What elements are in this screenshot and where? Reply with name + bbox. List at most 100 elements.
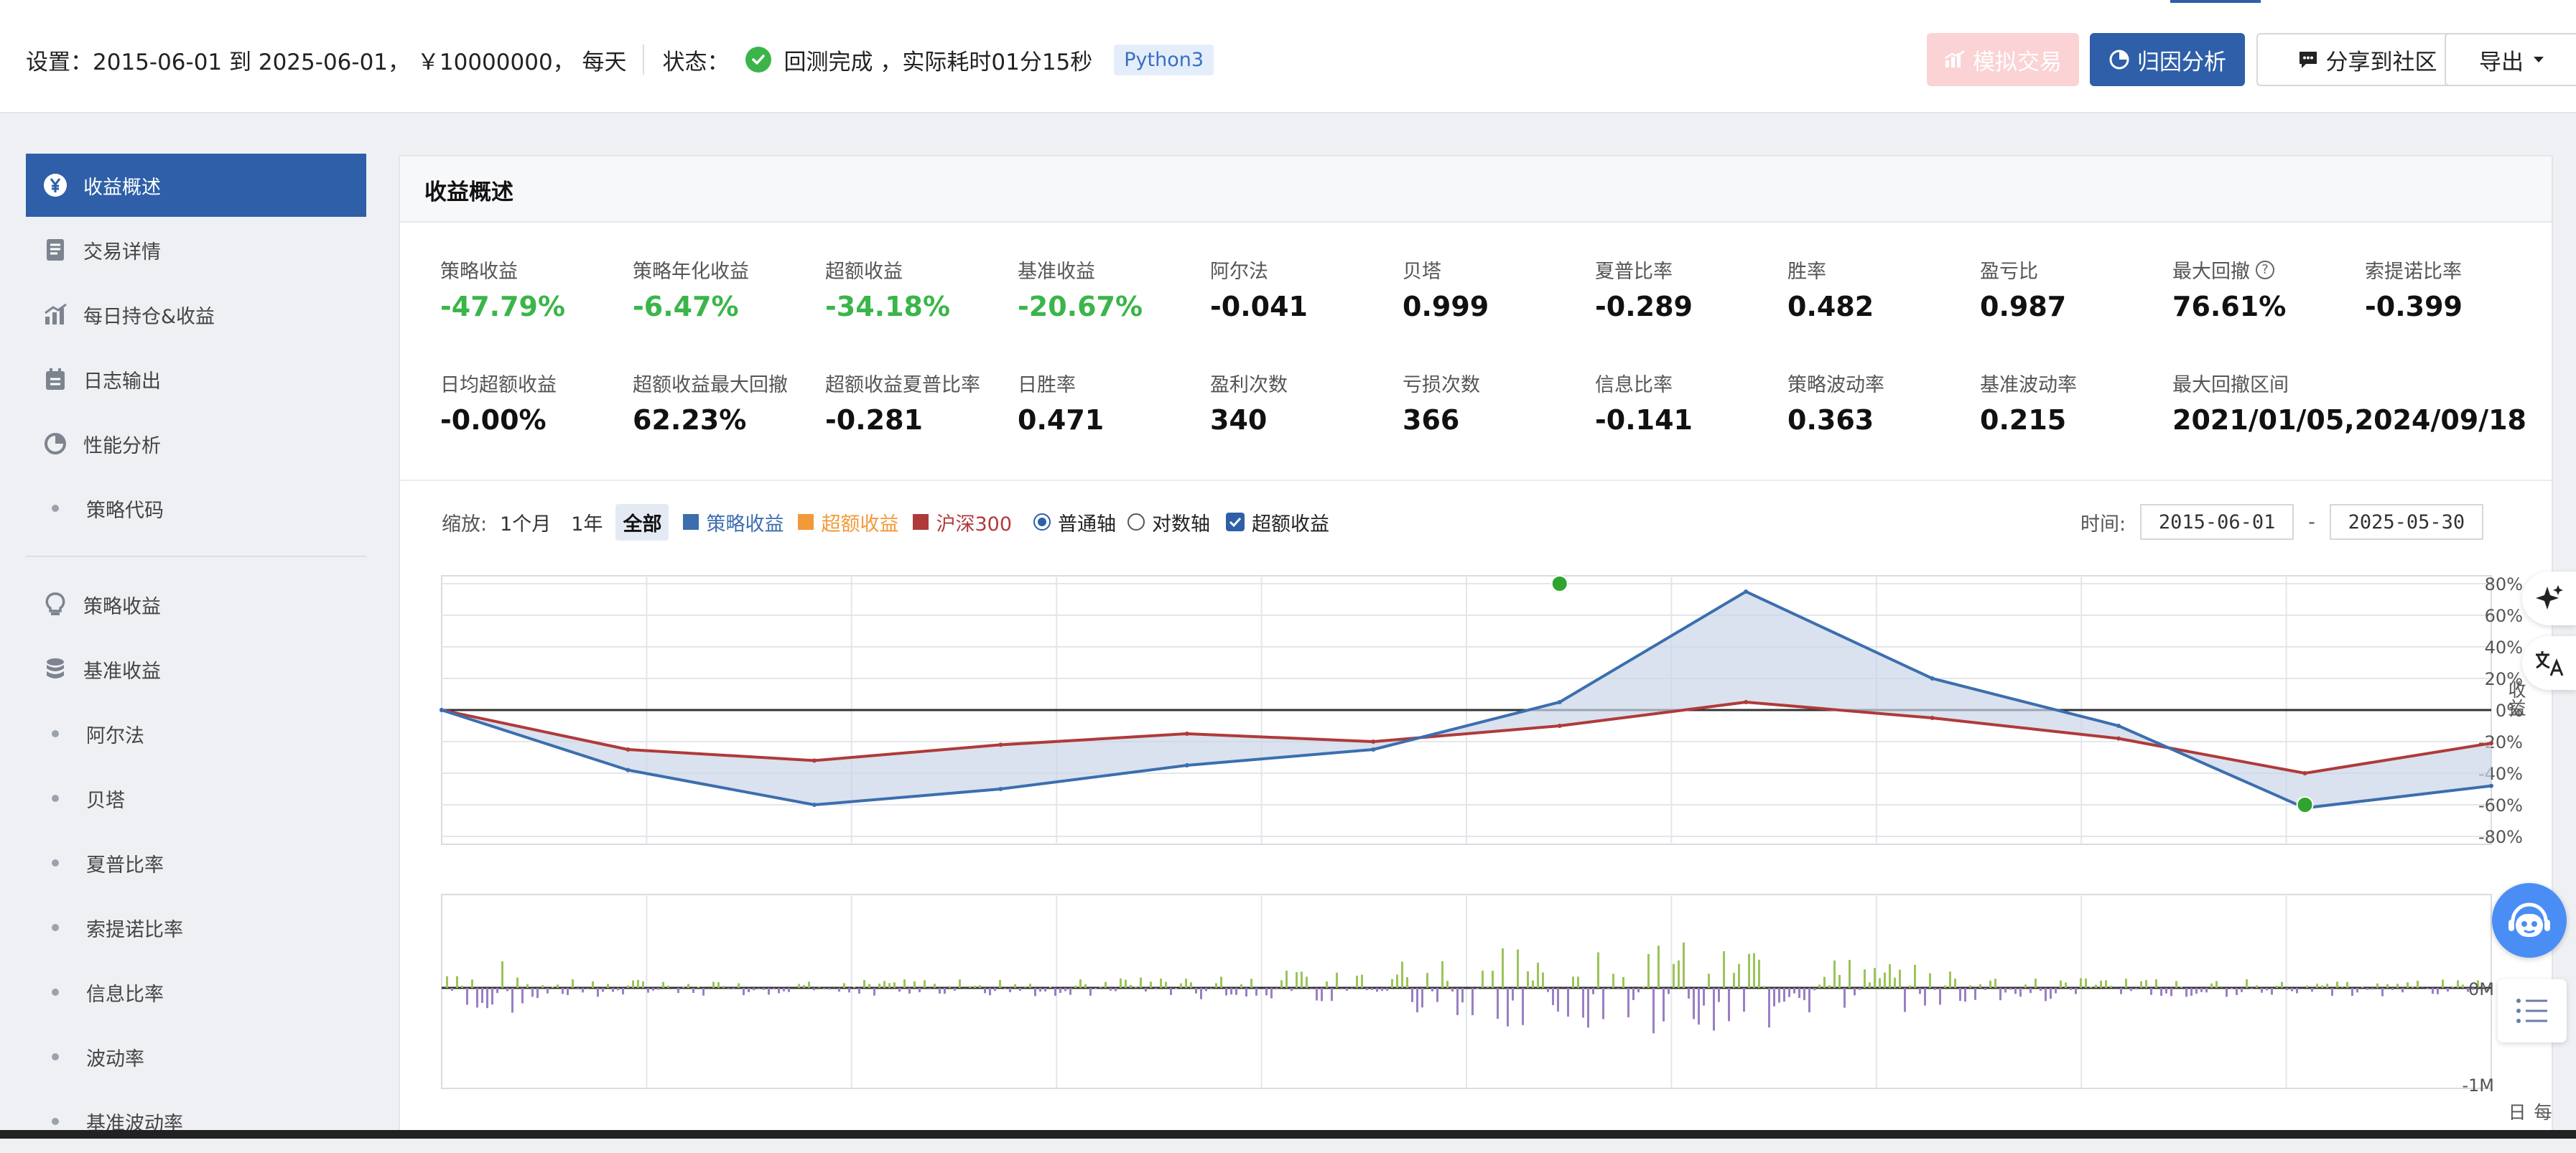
data-point	[812, 803, 817, 807]
daily-bar	[1537, 963, 1539, 988]
daily-bar	[557, 984, 559, 988]
sidebar-item-strategy-code[interactable]: 策略代码	[26, 477, 366, 540]
daily-bar	[1708, 974, 1710, 988]
legend-excess[interactable]: 超额收益	[798, 508, 898, 536]
excess-return-checkbox[interactable]	[1226, 513, 1245, 531]
sidebar-item-benchmark-volatility[interactable]: 基准波动率	[26, 1090, 366, 1153]
start-date-input[interactable]	[2140, 504, 2294, 540]
daily-bar	[1864, 969, 1866, 988]
sidebar-item-volatility[interactable]: 波动率	[26, 1025, 366, 1088]
legend-strategy[interactable]: 策略收益	[683, 508, 784, 536]
sidebar-item-sharpe[interactable]: 夏普比率	[26, 831, 366, 895]
metric-annual-return: 策略年化收益 -6.47%	[633, 256, 825, 322]
pie-icon	[43, 431, 68, 456]
daily-bar	[738, 984, 740, 988]
daily-bar	[1939, 988, 1941, 1004]
daily-pnl-chart[interactable]: 0M-1M	[400, 880, 2553, 1117]
metric-value: -0.281	[825, 404, 1018, 436]
metric-value: 340	[1210, 404, 1403, 436]
zoom-label: 缩放:	[442, 508, 487, 536]
daily-bar	[733, 988, 735, 989]
daily-bar	[1285, 971, 1288, 988]
daily-bar	[516, 978, 519, 988]
daily-bar	[1426, 973, 1428, 988]
legend-swatch	[683, 514, 699, 530]
daily-bar	[949, 986, 951, 988]
sidebar-item-beta[interactable]: 贝塔	[26, 767, 366, 830]
legend-label: 策略收益	[706, 508, 784, 536]
daily-bar	[2331, 988, 2333, 996]
attribution-analysis-button[interactable]: 归因分析	[2090, 33, 2245, 86]
daily-bar	[788, 988, 790, 992]
list-menu-button[interactable]	[2498, 979, 2567, 1042]
daily-bar	[743, 988, 745, 995]
data-point	[2116, 724, 2121, 728]
normal-axis-radio[interactable]	[1033, 513, 1051, 531]
daily-bar	[2386, 984, 2389, 988]
daily-bar	[2205, 988, 2208, 992]
metric-value: -0.399	[2365, 291, 2553, 322]
sidebar-item-daily-positions[interactable]: 每日持仓&收益	[26, 283, 366, 346]
daily-bar	[2110, 986, 2112, 988]
daily-bar	[2009, 988, 2012, 990]
daily-bar	[1421, 988, 1423, 1007]
daily-bar	[1647, 954, 1650, 988]
sidebar-item-alpha[interactable]: 阿尔法	[26, 702, 366, 765]
daily-bar	[1743, 988, 1745, 1012]
daily-bar	[773, 988, 775, 989]
daily-bar	[702, 988, 705, 996]
sidebar-item-sortino[interactable]: 索提诺比率	[26, 896, 366, 959]
metric-sharpe: 夏普比率 -0.289	[1595, 256, 1787, 322]
metric-label: 超额收益夏普比率	[825, 369, 1018, 397]
customer-service-button[interactable]	[2492, 883, 2567, 958]
daily-bar	[999, 980, 1001, 988]
metric-label: 胜率	[1787, 256, 1980, 284]
help-icon[interactable]: ?	[2256, 261, 2274, 279]
daily-bar	[1617, 988, 1619, 989]
daily-bar	[1678, 961, 1680, 988]
daily-bar	[2135, 988, 2137, 989]
legend-benchmark[interactable]: 沪深300	[913, 508, 1012, 536]
ai-assistant-button[interactable]	[2522, 571, 2576, 625]
sidebar-item-benchmark-return[interactable]: 基准收益	[26, 638, 366, 701]
daily-bar	[919, 988, 921, 992]
daily-bar	[632, 981, 634, 988]
daily-bar	[1301, 971, 1303, 988]
daily-bar	[808, 981, 810, 988]
export-dropdown-button[interactable]: 导出	[2445, 33, 2576, 86]
daily-bar	[2432, 988, 2434, 994]
daily-bar	[863, 980, 865, 988]
daily-bar	[1592, 988, 1594, 994]
sidebar-item-overview[interactable]: 收益概述	[26, 154, 366, 217]
daily-bar	[2190, 988, 2193, 996]
settings-value: 2015-06-01 到 2025-06-01， ￥10000000， 每天	[93, 44, 627, 76]
daily-bar	[1054, 988, 1056, 996]
simulate-trading-button[interactable]: 模拟交易	[1927, 33, 2079, 86]
sidebar-item-information-ratio[interactable]: 信息比率	[26, 961, 366, 1024]
daily-bar	[1622, 977, 1624, 988]
sidebar-item-log-output[interactable]: 日志输出	[26, 347, 366, 411]
yen-icon	[43, 173, 68, 197]
zoom-1year-button[interactable]: 1年	[564, 504, 610, 541]
end-date-input[interactable]	[2330, 504, 2483, 540]
daily-bar	[1094, 988, 1097, 989]
daily-bar	[2457, 981, 2459, 988]
log-axis-radio[interactable]	[1127, 513, 1145, 531]
daily-bar	[1818, 984, 1821, 988]
daily-bar	[1517, 950, 1519, 988]
daily-bar	[677, 988, 679, 993]
sidebar-item-trade-details[interactable]: 交易详情	[26, 218, 366, 281]
sidebar-item-performance[interactable]: 性能分析	[26, 412, 366, 475]
returns-chart[interactable]: 80%60%40%20%0%-20%-40%-60%-80%	[400, 556, 2553, 872]
daily-bar	[2160, 988, 2162, 996]
zoom-all-button[interactable]: 全部	[615, 504, 669, 541]
daily-bar	[1451, 988, 1454, 991]
daily-bar	[1115, 988, 1117, 991]
daily-bar	[939, 988, 941, 994]
daily-bar	[1718, 988, 1720, 1002]
sidebar-item-strategy-return[interactable]: 策略收益	[26, 573, 366, 636]
zoom-1month-button[interactable]: 1个月	[493, 504, 558, 541]
daily-bar	[1788, 988, 1790, 997]
daily-bar	[2396, 984, 2399, 988]
translate-button[interactable]	[2522, 636, 2576, 690]
